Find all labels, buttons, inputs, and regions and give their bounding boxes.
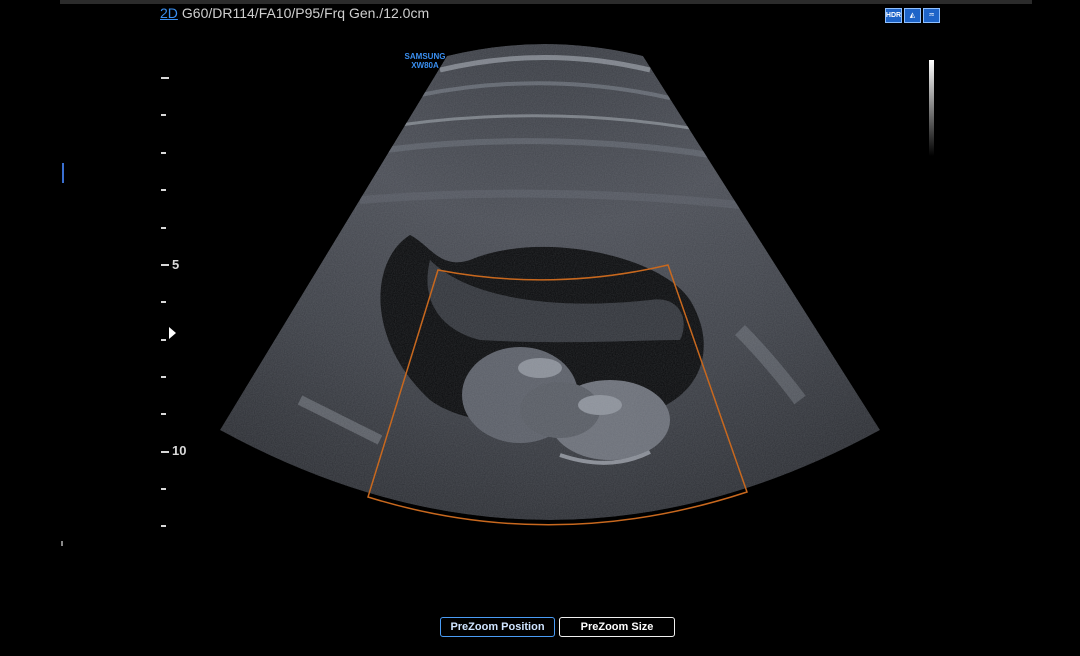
depth-scale: 5 10 [160, 0, 200, 656]
depth-tick [161, 525, 166, 527]
depth-tick [161, 77, 169, 79]
depth-tick [161, 114, 166, 116]
depth-tick [161, 264, 169, 266]
grayscale-bar [929, 60, 934, 156]
depth-tick [161, 488, 166, 490]
left-cursor-marker [62, 163, 64, 183]
prezoom-size-button[interactable]: PreZoom Size [559, 617, 675, 637]
depth-tick [161, 189, 166, 191]
depth-label-5: 5 [172, 257, 180, 272]
depth-tick [161, 301, 166, 303]
model-name: XW80A [411, 61, 439, 70]
depth-tick [161, 451, 169, 453]
depth-label-10: 10 [172, 443, 187, 458]
depth-tick [161, 152, 166, 154]
prezoom-position-button[interactable]: PreZoom Position [440, 617, 555, 637]
depth-tick [161, 413, 166, 415]
depth-tick [161, 227, 166, 229]
brand-name: SAMSUNG [404, 52, 446, 61]
depth-tick [161, 339, 166, 341]
focus-marker-icon[interactable] [169, 327, 176, 339]
brand-label: SAMSUNG XW80A [398, 52, 452, 70]
depth-tick [161, 376, 166, 378]
left-edge-marker [61, 541, 63, 546]
